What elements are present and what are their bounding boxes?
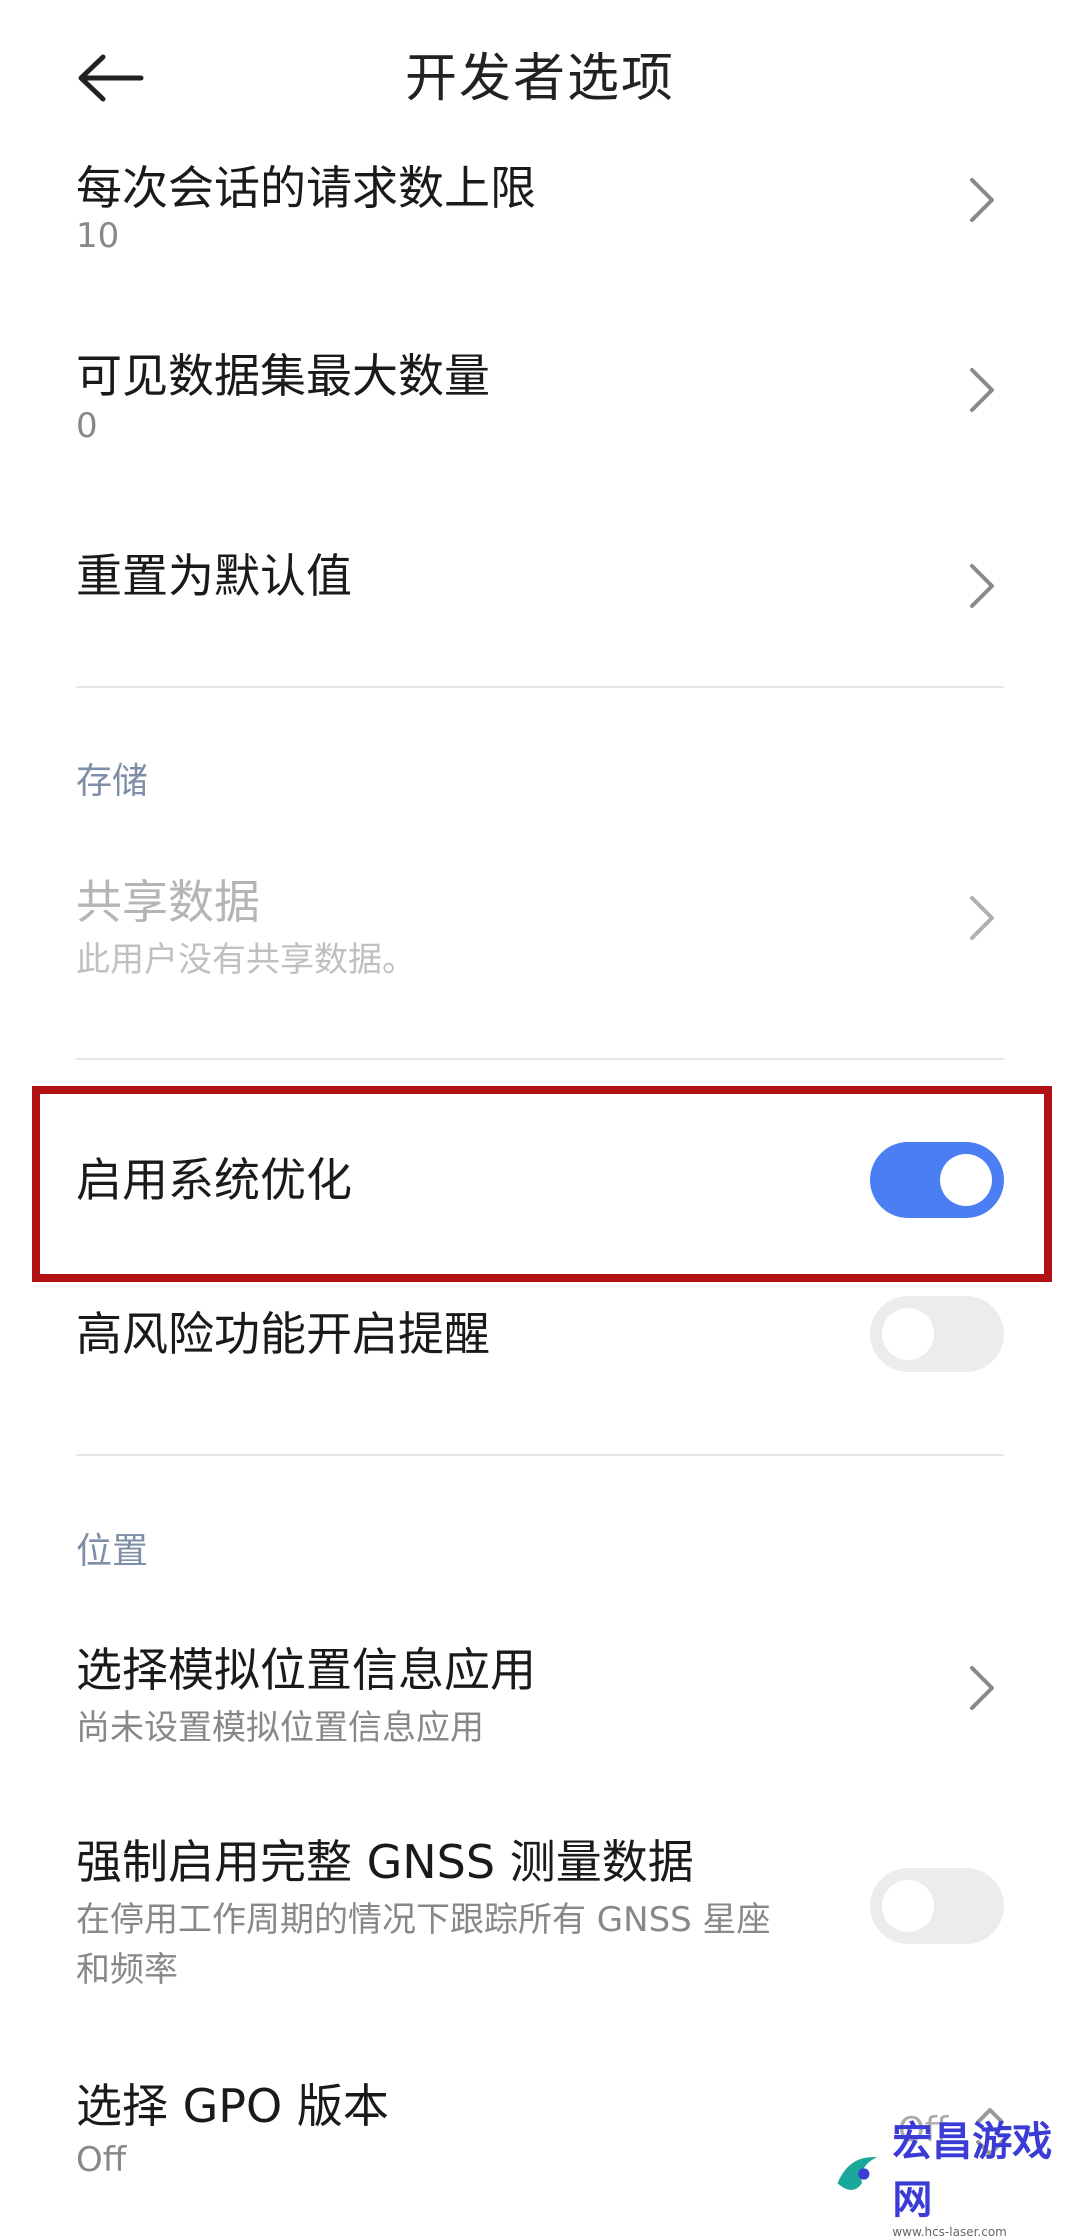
system-optimization-row[interactable]: 启用系统优化 xyxy=(0,1110,1080,1250)
max-requests-row[interactable]: 每次会话的请求数上限 10 xyxy=(0,140,1080,320)
max-datasets-row[interactable]: 可见数据集最大数量 0 xyxy=(0,330,1080,510)
section-header-location: 位置 xyxy=(76,1531,149,1572)
shared-data-subtitle: 此用户没有共享数据。 xyxy=(76,940,416,980)
risk-reminder-title: 高风险功能开启提醒 xyxy=(76,1307,490,1361)
mock-location-title: 选择模拟位置信息应用 xyxy=(76,1643,536,1697)
watermark-logo-icon xyxy=(837,2156,877,2190)
chevron-right-icon xyxy=(962,888,1002,948)
shared-data-title: 共享数据 xyxy=(76,875,260,929)
divider xyxy=(76,686,1004,688)
toggle-knob xyxy=(940,1154,992,1206)
mock-location-subtitle: 尚未设置模拟位置信息应用 xyxy=(76,1708,484,1748)
chevron-right-icon xyxy=(962,1658,1002,1718)
reset-defaults-title: 重置为默认值 xyxy=(76,549,352,603)
section-header-storage: 存储 xyxy=(76,761,149,802)
max-requests-value: 10 xyxy=(76,216,120,256)
risk-reminder-toggle[interactable] xyxy=(870,1296,1004,1372)
system-optimization-title: 启用系统优化 xyxy=(76,1153,352,1207)
divider xyxy=(76,1454,1004,1456)
watermark-url: www.hcs-laser.com xyxy=(892,2225,1007,2239)
watermark-text: 宏昌游戏网 xyxy=(892,2119,1053,2223)
gnss-subtitle-line2: 和频率 xyxy=(76,1950,178,1990)
chevron-right-icon xyxy=(962,360,1002,420)
risk-reminder-row[interactable]: 高风险功能开启提醒 xyxy=(0,1268,1080,1408)
gnss-row[interactable]: 强制启用完整 GNSS 测量数据 在停用工作周期的情况下跟踪所有 GNSS 星座… xyxy=(0,1820,1080,2020)
gpo-title: 选择 GPO 版本 xyxy=(76,2079,389,2133)
mock-location-row[interactable]: 选择模拟位置信息应用 尚未设置模拟位置信息应用 xyxy=(0,1628,1080,1798)
max-datasets-title: 可见数据集最大数量 xyxy=(76,349,490,403)
page-title: 开发者选项 xyxy=(404,49,675,109)
gnss-toggle[interactable] xyxy=(870,1868,1004,1944)
reset-defaults-row[interactable]: 重置为默认值 xyxy=(0,520,1080,660)
toggle-knob xyxy=(882,1880,934,1932)
toggle-knob xyxy=(882,1308,934,1360)
gnss-title: 强制启用完整 GNSS 测量数据 xyxy=(76,1835,694,1889)
watermark: 宏昌游戏网 www.hcs-laser.com xyxy=(830,2119,1080,2239)
system-optimization-toggle[interactable] xyxy=(870,1142,1004,1218)
max-requests-title: 每次会话的请求数上限 xyxy=(76,161,536,215)
chevron-right-icon xyxy=(962,556,1002,616)
chevron-right-icon xyxy=(962,170,1002,230)
divider xyxy=(76,1058,1004,1060)
max-datasets-value: 0 xyxy=(76,406,98,446)
gnss-subtitle-line1: 在停用工作周期的情况下跟踪所有 GNSS 星座 xyxy=(76,1900,771,1940)
gpo-value: Off xyxy=(76,2140,127,2180)
shared-data-row: 共享数据 此用户没有共享数据。 xyxy=(0,860,1080,1040)
